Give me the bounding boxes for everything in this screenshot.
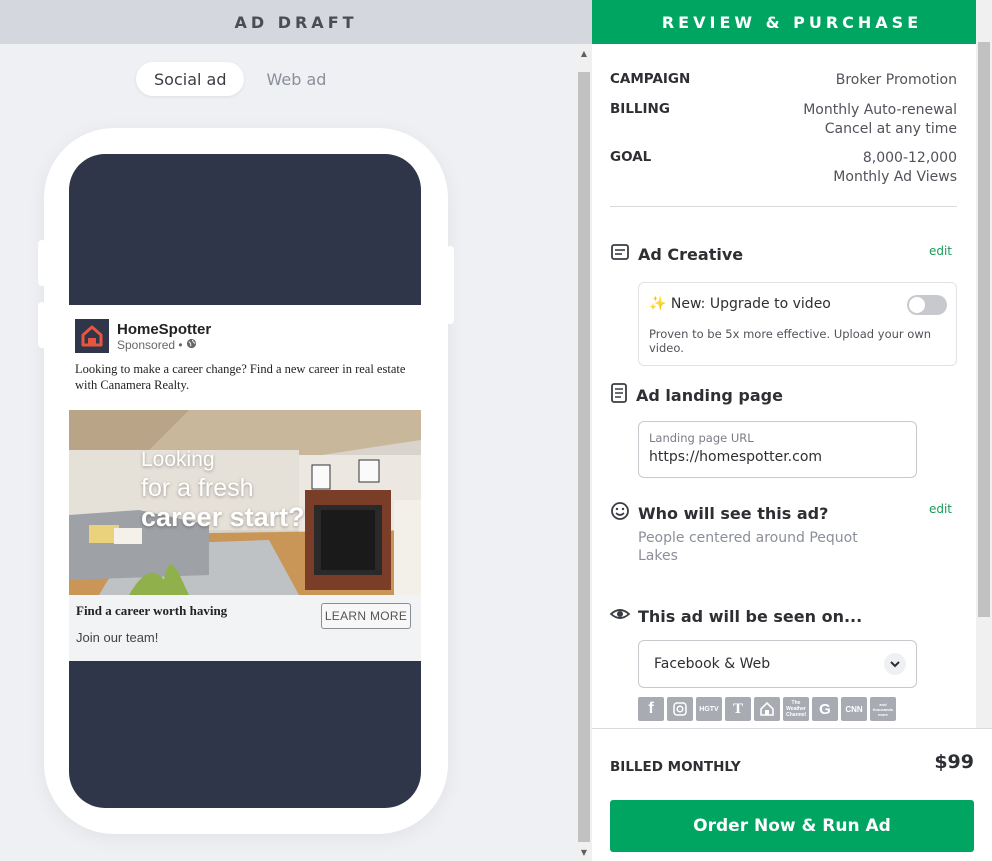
upgrade-description: Proven to be 5x more effective. Upload y… [649,327,932,355]
post-footer: Find a career worth having Join our team… [69,595,421,661]
overlay-line2: for a fresh [141,474,254,502]
chevron-down-icon[interactable] [884,653,906,675]
landing-page-icon [610,383,628,407]
left-scrollbar[interactable]: ▲ ▼ [576,44,592,861]
ad-footer-title: Find a career worth having [76,603,228,618]
right-scrollbar[interactable] [976,0,992,730]
review-header: REVIEW & PURCHASE [592,0,992,44]
ad-creative-icon [610,242,630,266]
phone-side-button [38,302,46,348]
post-text: Looking to make a career change? Find a … [75,362,406,392]
more-networks-icon: and thousands more [870,697,896,721]
ad-draft-header: AD DRAFT [0,0,592,44]
placements-selected-value: Facebook & Web [654,656,771,672]
ad-draft-panel: AD DRAFT Social ad Web ad HomeSpotter Sp… [0,0,592,861]
sponsored-text: Sponsored • [117,337,183,352]
landing-url-input[interactable]: https://homespotter.com [649,449,822,465]
ad-headline-overlay: Looking for a fresh career start? [141,446,305,532]
campaign-label: CAMPAIGN [610,71,691,87]
ad-image: Looking for a fresh career start? [69,410,421,595]
edit-creative-link[interactable]: edit [929,244,952,258]
tab-social-ad[interactable]: Social ad [136,62,245,96]
goal-label: GOAL [610,149,652,165]
facebook-icon: f [638,697,664,721]
ad-draft-title: AD DRAFT [234,12,358,32]
phone-side-button [38,240,46,286]
globe-icon [186,338,197,352]
billed-monthly-label: BILLED MONTHLY [610,759,741,775]
weather-channel-icon: The Weather Channel [783,697,809,721]
overlay-line3: career start? [141,502,305,532]
ad-creative-title: Ad Creative [638,244,744,264]
billing-value-line2: Cancel at any time [824,121,957,137]
phone-screen: HomeSpotter Sponsored • Looking to make … [69,154,421,808]
eye-icon [609,604,631,628]
placements-title: This ad will be seen on... [638,606,863,626]
landing-page-title: Ad landing page [636,385,783,405]
billing-value: Monthly Auto-renewal Cancel at any time [803,101,957,139]
billing-row: BILLING Monthly Auto-renewal Cancel at a… [610,101,957,139]
price: $99 [934,751,974,773]
ad-creative-heading: Ad Creative [610,242,743,266]
order-now-button[interactable]: Order Now & Run Ad [610,800,974,852]
ad-type-tabs: Social ad Web ad [136,62,344,96]
google-icon: G [812,697,838,721]
goal-value-line1: 8,000-12,000 [862,150,957,166]
campaign-value: Broker Promotion [835,72,957,88]
instagram-icon [667,697,693,721]
learn-more-button[interactable]: LEARN MORE [321,603,411,629]
upgrade-title: ✨ New: Upgrade to video [649,296,831,312]
billing-label: BILLING [610,101,670,117]
hgtv-icon: HGTV [696,697,722,721]
placements-select[interactable]: Facebook & Web [638,640,917,688]
toggle-knob [909,297,925,313]
nytimes-icon: T [725,697,751,721]
sponsored-label: Sponsored • [117,338,211,352]
goal-value-line2: Monthly Ad Views [833,169,957,185]
audience-heading: Who will see this ad? [610,501,828,525]
left-scroll-thumb[interactable] [578,72,590,842]
platform-logos: f HGTV T The Weather Channel G CNN and thou… [638,697,896,721]
cnn-icon: CNN [841,697,867,721]
upgrade-video-card: ✨ New: Upgrade to video Proven to be 5x … [638,282,957,366]
placements-heading: This ad will be seen on... [609,604,863,628]
social-ad-post: HomeSpotter Sponsored • Looking to make … [69,305,421,661]
zillow-icon [754,697,780,721]
purchase-footer: BILLED MONTHLY $99 Order Now & Run Ad [592,728,992,861]
right-scroll-thumb[interactable] [978,42,990,617]
billing-value-line1: Monthly Auto-renewal [803,102,957,118]
ad-footer-subtitle: Join our team! [76,630,159,645]
brand-name: HomeSpotter [117,320,212,338]
goal-value: 8,000-12,000 Monthly Ad Views [833,149,957,187]
review-title: REVIEW & PURCHASE [661,12,923,32]
phone-side-button [446,246,454,324]
audience-description: People centered around Pequot Lakes [638,530,858,564]
scroll-up-arrow-icon[interactable]: ▲ [576,46,592,60]
landing-page-heading: Ad landing page [610,383,783,407]
overlay-line1: Looking [141,448,215,471]
review-purchase-panel: REVIEW & PURCHASE CAMPAIGN Broker Promot… [592,0,992,861]
landing-url-label: Landing page URL [649,431,754,445]
campaign-row: CAMPAIGN Broker Promotion [610,71,957,90]
landing-url-field[interactable]: Landing page URL https://homespotter.com [638,421,917,478]
edit-audience-link[interactable]: edit [929,502,952,516]
goal-row: GOAL 8,000-12,000 Monthly Ad Views [610,149,957,187]
post-header: HomeSpotter Sponsored • [69,305,421,353]
tab-web-ad[interactable]: Web ad [248,62,344,96]
audience-title: Who will see this ad? [638,503,829,523]
homespotter-logo [75,319,109,353]
scroll-down-arrow-icon[interactable]: ▼ [576,845,592,859]
smiley-icon [610,501,630,525]
summary-divider [610,206,957,207]
phone-mockup: HomeSpotter Sponsored • Looking to make … [38,128,454,834]
upgrade-video-toggle[interactable] [907,295,947,315]
